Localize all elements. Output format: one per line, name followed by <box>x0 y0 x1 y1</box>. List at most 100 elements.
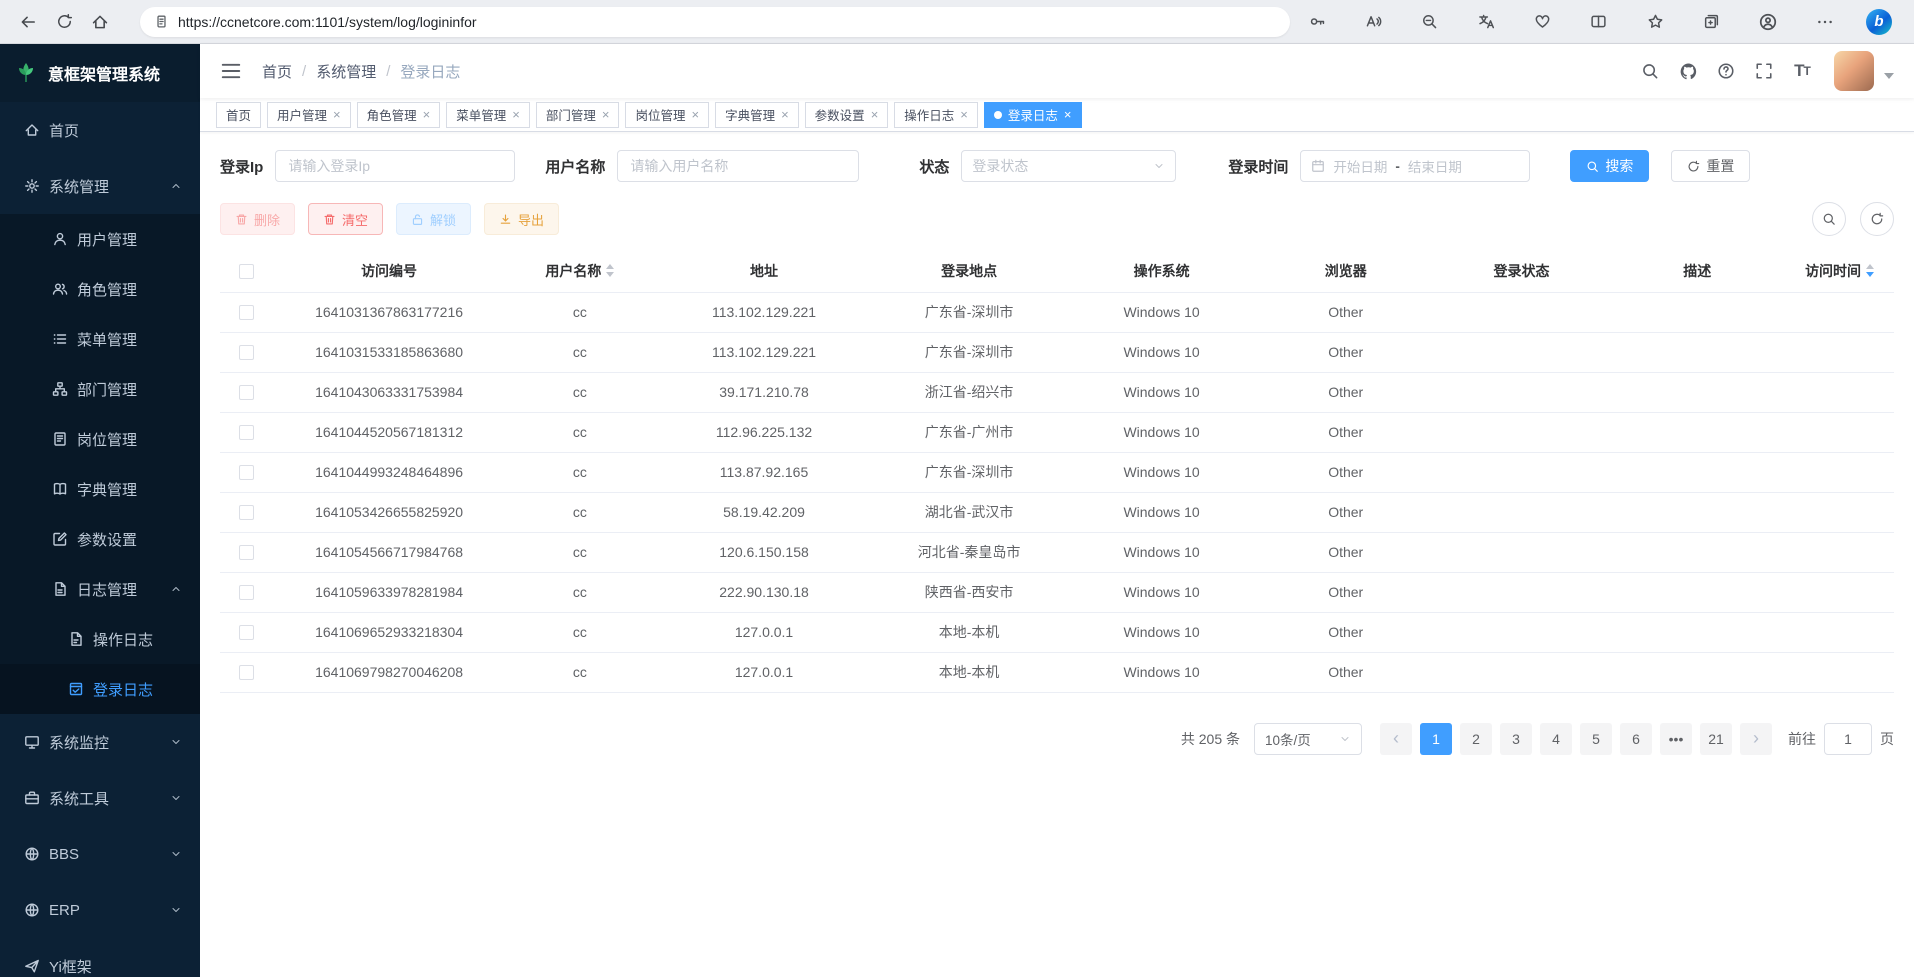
help-button[interactable] <box>1710 55 1742 87</box>
app-logo[interactable]: 意框架管理系统 <box>0 44 200 102</box>
unlock-button[interactable]: 解锁 <box>396 203 471 235</box>
sidebar-item-yi-framework[interactable]: Yi框架 <box>0 938 200 977</box>
sidebar-item-bbs[interactable]: BBS <box>0 826 200 882</box>
sidebar-item-system-mgmt[interactable]: 系统管理 <box>0 158 200 214</box>
tab-user-mgmt[interactable]: 用户管理× <box>267 102 351 128</box>
sidebar-item-login-log[interactable]: 登录日志 <box>0 664 200 714</box>
favorites-button[interactable] <box>1640 7 1670 37</box>
breadcrumb-home[interactable]: 首页 <box>262 61 292 82</box>
row-checkbox[interactable] <box>239 585 254 600</box>
tab-operation-log[interactable]: 操作日志× <box>894 102 978 128</box>
fullscreen-button[interactable] <box>1748 55 1780 87</box>
sidebar-item-dict-mgmt[interactable]: 字典管理 <box>0 464 200 514</box>
sidebar-item-dept-mgmt[interactable]: 部门管理 <box>0 364 200 414</box>
zoom-button[interactable] <box>1415 7 1445 37</box>
chevron-down-icon[interactable] <box>1884 73 1894 84</box>
row-checkbox[interactable] <box>239 425 254 440</box>
page-size-select[interactable]: 10条/页 <box>1254 723 1362 755</box>
page-button-5[interactable]: 5 <box>1580 723 1612 755</box>
sidebar-item-erp[interactable]: ERP <box>0 882 200 938</box>
sidebar-item-operation-log[interactable]: 操作日志 <box>0 614 200 664</box>
copilot-button[interactable]: b <box>1866 9 1892 35</box>
sidebar-item-log-mgmt[interactable]: 日志管理 <box>0 564 200 614</box>
translate-button[interactable] <box>1471 7 1501 37</box>
prev-page-button[interactable]: ‹ <box>1380 723 1412 755</box>
next-page-button[interactable]: › <box>1740 723 1772 755</box>
github-button[interactable] <box>1672 55 1704 87</box>
sidebar-item-user-mgmt[interactable]: 用户管理 <box>0 214 200 264</box>
row-checkbox[interactable] <box>239 545 254 560</box>
collections-button[interactable] <box>1697 7 1727 37</box>
tab-dict-mgmt[interactable]: 字典管理× <box>715 102 799 128</box>
row-checkbox[interactable] <box>239 345 254 360</box>
sidebar-toggle-icon[interactable] <box>220 60 242 82</box>
row-checkbox[interactable] <box>239 305 254 320</box>
export-button[interactable]: 导出 <box>484 203 559 235</box>
tab-home[interactable]: 首页 <box>216 102 261 128</box>
sidebar-item-menu-mgmt[interactable]: 菜单管理 <box>0 314 200 364</box>
page-button-1[interactable]: 1 <box>1420 723 1452 755</box>
close-icon[interactable]: × <box>423 108 431 121</box>
tab-post-mgmt[interactable]: 岗位管理× <box>625 102 709 128</box>
toggle-search-button[interactable] <box>1812 202 1846 236</box>
status-select[interactable]: 登录状态 <box>961 150 1176 182</box>
row-checkbox[interactable] <box>239 465 254 480</box>
font-size-button[interactable]: TT <box>1786 55 1818 87</box>
sidebar-item-system-monitor[interactable]: 系统监控 <box>0 714 200 770</box>
page-button-2[interactable]: 2 <box>1460 723 1492 755</box>
browser-refresh-button[interactable] <box>46 5 82 39</box>
goto-page-input[interactable] <box>1824 723 1872 755</box>
delete-button[interactable]: 删除 <box>220 203 295 235</box>
page-button-3[interactable]: 3 <box>1500 723 1532 755</box>
close-icon[interactable]: × <box>1064 108 1072 121</box>
page-button-4[interactable]: 4 <box>1540 723 1572 755</box>
sidebar-item-role-mgmt[interactable]: 角色管理 <box>0 264 200 314</box>
refresh-table-button[interactable] <box>1860 202 1894 236</box>
login-ip-input[interactable] <box>275 150 515 182</box>
header-search-button[interactable] <box>1634 55 1666 87</box>
reset-button[interactable]: 重置 <box>1671 150 1750 182</box>
sidebar-item-param-settings[interactable]: 参数设置 <box>0 514 200 564</box>
tab-param-settings[interactable]: 参数设置× <box>805 102 889 128</box>
tab-menu-mgmt[interactable]: 菜单管理× <box>446 102 530 128</box>
clear-button[interactable]: 清空 <box>308 203 383 235</box>
col-user-name[interactable]: 用户名称 <box>505 250 656 292</box>
user-name-input[interactable] <box>617 150 859 182</box>
login-time-range-picker[interactable]: 开始日期 - 结束日期 <box>1300 150 1530 182</box>
read-aloud-button[interactable] <box>1358 7 1388 37</box>
row-checkbox[interactable] <box>239 625 254 640</box>
user-avatar[interactable] <box>1834 51 1874 91</box>
address-bar[interactable]: https://ccnetcore.com:1101/system/log/lo… <box>140 7 1290 37</box>
close-icon[interactable]: × <box>691 108 699 121</box>
browser-essentials-button[interactable] <box>1528 7 1558 37</box>
breadcrumb-system-mgmt[interactable]: 系统管理 <box>316 61 376 82</box>
cell-access-time <box>1785 412 1894 452</box>
password-key-button[interactable] <box>1302 7 1332 37</box>
close-icon[interactable]: × <box>512 108 520 121</box>
close-icon[interactable]: × <box>960 108 968 121</box>
row-checkbox[interactable] <box>239 385 254 400</box>
close-icon[interactable]: × <box>333 108 341 121</box>
browser-profile-button[interactable] <box>1753 7 1783 37</box>
tab-dept-mgmt[interactable]: 部门管理× <box>536 102 620 128</box>
search-button[interactable]: 搜索 <box>1570 150 1649 182</box>
tab-role-mgmt[interactable]: 角色管理× <box>357 102 441 128</box>
sidebar-item-home[interactable]: 首页 <box>0 102 200 158</box>
browser-menu-button[interactable] <box>1810 7 1840 37</box>
row-checkbox[interactable] <box>239 505 254 520</box>
split-screen-button[interactable] <box>1584 7 1614 37</box>
col-access-time[interactable]: 访问时间 <box>1785 250 1894 292</box>
page-button-6[interactable]: 6 <box>1620 723 1652 755</box>
more-pages-button[interactable]: ••• <box>1660 723 1692 755</box>
browser-home-button[interactable] <box>82 5 118 39</box>
sidebar-item-post-mgmt[interactable]: 岗位管理 <box>0 414 200 464</box>
close-icon[interactable]: × <box>871 108 879 121</box>
tab-login-log[interactable]: 登录日志× <box>984 102 1082 128</box>
sidebar-item-system-tools[interactable]: 系统工具 <box>0 770 200 826</box>
browser-back-button[interactable] <box>10 5 46 39</box>
page-button-21[interactable]: 21 <box>1700 723 1732 755</box>
select-all-checkbox[interactable] <box>239 264 254 279</box>
row-checkbox[interactable] <box>239 665 254 680</box>
close-icon[interactable]: × <box>602 108 610 121</box>
close-icon[interactable]: × <box>781 108 789 121</box>
